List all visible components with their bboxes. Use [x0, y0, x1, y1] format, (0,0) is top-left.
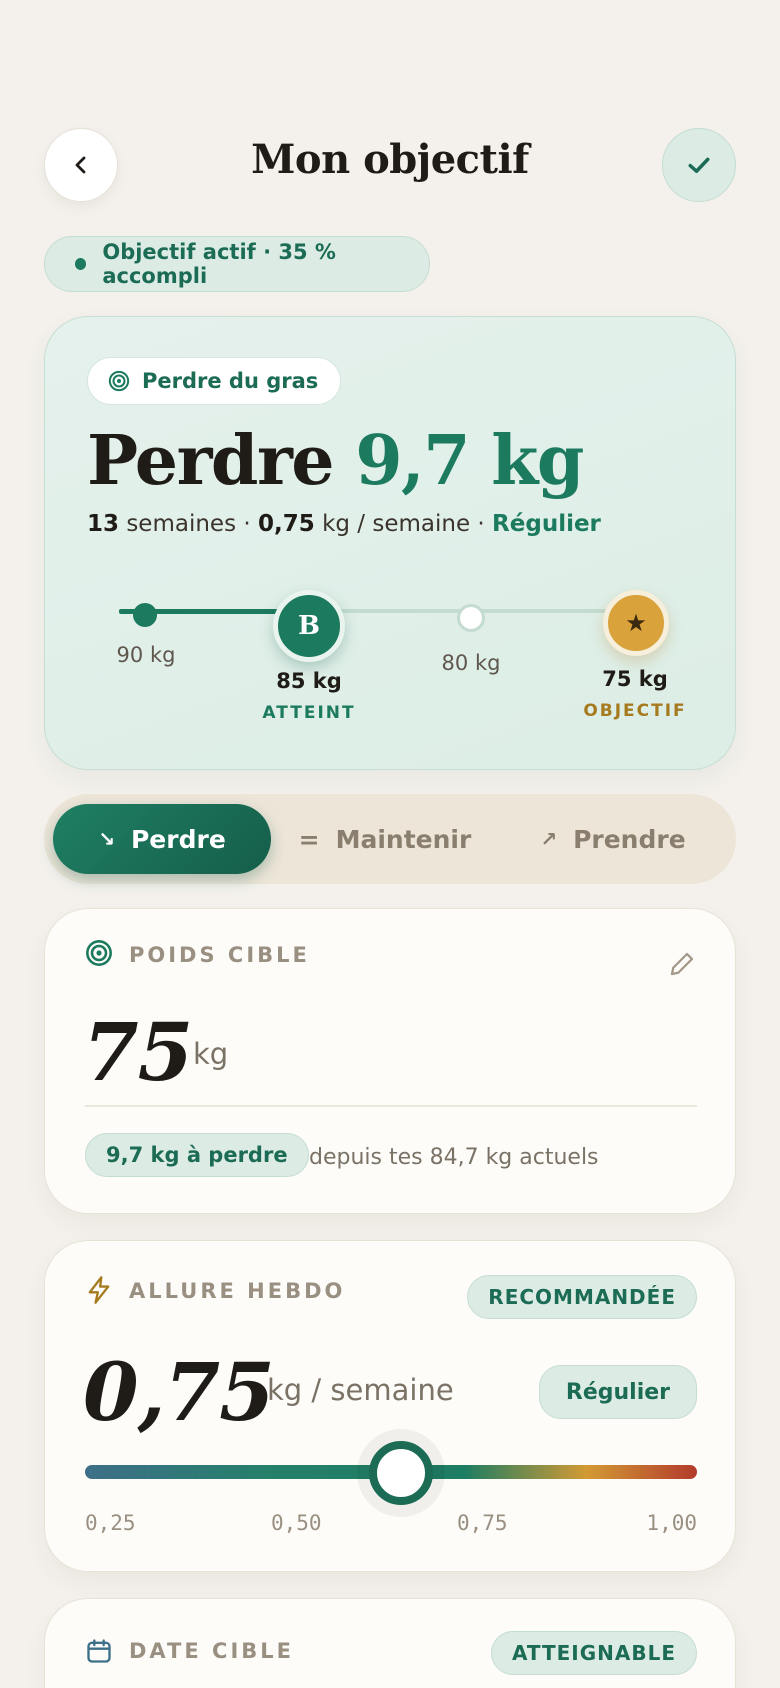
weeks-label: semaines [126, 511, 237, 537]
pace-label: Régulier [492, 511, 601, 537]
milestone-reached-node: B [273, 590, 345, 662]
arrow-up-right-icon: ↗ [540, 827, 558, 851]
milestone-next-dot [457, 604, 485, 632]
goal-summary-line: 13 semaines · 0,75 kg / semaine · Réguli… [87, 511, 601, 537]
pace-type-button[interactable]: Régulier [538, 1365, 697, 1419]
milestone-next-label: 80 kg [441, 651, 501, 675]
status-badge: Objectif actif · 35 % accompli [44, 236, 430, 292]
mode-gain-label: Prendre [573, 824, 686, 854]
lightning-icon [88, 1276, 110, 1304]
calendar-icon [87, 1639, 111, 1663]
milestone-start-label: 90 kg [116, 643, 176, 667]
target-icon [108, 370, 130, 392]
weight-to-lose-badge: 9,7 kg à perdre [85, 1133, 309, 1177]
weeks-count: 13 [87, 511, 120, 537]
mode-lose-label: Perdre [130, 824, 226, 854]
current-weight-note: depuis tes 84,7 kg actuels [309, 1145, 599, 1170]
arrow-down-right-icon: ↘ [98, 827, 115, 851]
recommended-badge: RECOMMANDÉE [467, 1275, 697, 1319]
check-icon [688, 157, 710, 173]
goal-type-chip[interactable]: Perdre du gras [87, 357, 342, 405]
goal-headline-verb: Perdre [87, 421, 335, 501]
milestone-reached-tag: ATTEINT [262, 703, 356, 723]
tick-label: 0,75 [457, 1511, 508, 1535]
mode-selector: ↘ Perdre = Maintenir ↗ Prendre [44, 794, 736, 884]
target-icon [86, 940, 112, 966]
pace-slider-thumb[interactable] [369, 1441, 433, 1505]
pace-unit: kg / semaine [267, 1373, 454, 1407]
reachable-badge: ATTEIGNABLE [490, 1631, 697, 1675]
mode-maintain-label: Maintenir [335, 824, 472, 854]
target-date-label: DATE CIBLE [129, 1639, 294, 1663]
pencil-icon[interactable] [667, 949, 697, 979]
milestone-start-dot [133, 603, 157, 627]
header: Mon objectif [44, 128, 736, 204]
milestone-goal-weight: 75 kg [602, 667, 668, 691]
milestone-goal-tag: OBJECTIF [583, 701, 687, 721]
pace-value[interactable]: 0,75 [83, 1345, 275, 1439]
confirm-button[interactable] [662, 128, 736, 202]
target-weight-unit: kg [193, 1037, 229, 1071]
goal-headline: Perdre 9,7 kg [87, 421, 584, 501]
mode-lose-button[interactable]: ↘ Perdre [53, 804, 271, 874]
tick-label: 0,50 [271, 1511, 322, 1535]
weekly-pace-card: ALLURE HEBDO RECOMMANDÉE 0,75 kg / semai… [44, 1240, 736, 1572]
goal-summary-card: Perdre du gras Perdre 9,7 kg 13 semaines… [44, 316, 736, 770]
milestone-reached-weight: 85 kg [276, 669, 342, 693]
target-date-card: DATE CIBLE ATTEIGNABLE [44, 1598, 736, 1688]
weekly-pace-label: ALLURE HEBDO [129, 1279, 346, 1303]
rate-label: kg / semaine [322, 511, 471, 537]
goal-star-icon: ★ [603, 590, 669, 656]
target-weight-value[interactable]: 75 [83, 1005, 193, 1099]
page-title: Mon objectif [251, 136, 529, 183]
rate-value: 0,75 [258, 511, 315, 537]
tick-label: 1,00 [646, 1511, 697, 1535]
target-weight-label: POIDS CIBLE [129, 943, 310, 967]
divider [85, 1105, 697, 1107]
status-text: Objectif actif · 35 % accompli [102, 240, 336, 288]
goal-headline-amount: 9,7 kg [355, 421, 584, 501]
equals-icon: = [298, 824, 320, 854]
goal-type-label: Perdre du gras [142, 369, 319, 393]
target-weight-card: POIDS CIBLE 75 kg 9,7 kg à perdre depuis… [44, 908, 736, 1214]
status-dot-icon [75, 258, 87, 270]
mode-gain-button[interactable]: ↗ Prendre [499, 804, 727, 874]
tick-label: 0,25 [85, 1511, 136, 1535]
mode-maintain-button[interactable]: = Maintenir [271, 804, 499, 874]
